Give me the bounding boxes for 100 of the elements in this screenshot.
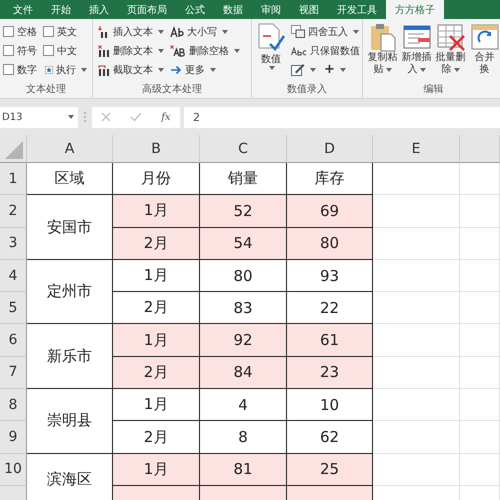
caret-icon: [353, 30, 359, 34]
column-header[interactable]: B: [113, 135, 200, 163]
empty-cell: [460, 260, 500, 292]
table-cell: 84: [200, 356, 287, 390]
ribbon-tab[interactable]: 方方格子: [386, 0, 444, 19]
extract-text-icon: [98, 64, 110, 76]
table-cell: 80: [200, 260, 287, 292]
function-button[interactable]: fx: [161, 112, 171, 122]
keep-number-button[interactable]: 只保留数值: [289, 41, 362, 60]
table-cell: 4: [200, 389, 287, 422]
empty-cell: [460, 421, 500, 454]
ribbon-tab[interactable]: 开发工具: [328, 0, 386, 19]
table-cell: 61: [287, 324, 373, 357]
checkbox[interactable]: 空格: [3, 22, 43, 41]
plus-button[interactable]: +: [322, 60, 348, 79]
table-cell: 54: [200, 228, 287, 260]
caret-icon: [386, 68, 392, 72]
table-cell: 93: [287, 260, 373, 292]
checkbox[interactable]: 数字: [3, 60, 43, 79]
row-header[interactable]: 6: [0, 324, 27, 357]
ribbon-button[interactable]: 更多: [168, 60, 248, 79]
row-header[interactable]: 4: [0, 260, 27, 292]
select-all-icon[interactable]: [5, 141, 23, 159]
row-header[interactable]: 10: [0, 454, 27, 486]
table-cell: 1月: [113, 389, 200, 422]
number-button[interactable]: 数值: [255, 22, 287, 82]
cancel-icon[interactable]: [101, 112, 112, 122]
table-cell: 1月: [113, 324, 200, 357]
row-header[interactable]: 5: [0, 292, 27, 324]
edit-tool-button[interactable]: 合并 换: [468, 22, 500, 82]
ribbon-tab[interactable]: 文件: [4, 0, 42, 19]
formula-input[interactable]: 2: [184, 106, 500, 128]
ribbon-tab[interactable]: 视图: [290, 0, 328, 19]
table-cell: 2月: [113, 228, 200, 260]
caret-icon: [158, 30, 164, 34]
empty-cell: [460, 228, 500, 260]
insert-text-icon: [98, 26, 110, 38]
edit-tool-button[interactable]: 新增插 入: [400, 22, 433, 82]
ribbon-button[interactable]: 大小写: [168, 22, 248, 41]
name-box[interactable]: D13: [0, 106, 78, 128]
ribbon-tab[interactable]: 插入: [80, 0, 118, 19]
row-header[interactable]: 7: [0, 356, 27, 390]
group-label: 编辑: [422, 82, 444, 97]
group-label: 高级文本处理: [141, 82, 203, 97]
column-header[interactable]: D: [287, 135, 373, 163]
document-check-icon: [256, 22, 286, 52]
table-cell: 10: [287, 389, 373, 422]
table-cell: 区域: [27, 163, 113, 196]
table-cell: 25: [287, 454, 373, 486]
empty-cell: [460, 324, 500, 357]
ribbon-button[interactable]: 删除空格: [168, 41, 248, 60]
row-header[interactable]: [0, 486, 27, 500]
caret-icon: [210, 68, 216, 72]
column-header[interactable]: C: [200, 135, 287, 163]
caret-icon: [222, 30, 228, 34]
edit-tool-button[interactable]: 复制粘 贴: [366, 22, 399, 82]
caret-icon: [234, 48, 240, 52]
ribbon-button[interactable]: 删除文本: [96, 41, 168, 60]
ribbon-tab[interactable]: 页面布局: [118, 0, 176, 19]
checkbox[interactable]: 英文: [43, 22, 89, 41]
checkbox[interactable]: 符号: [3, 41, 43, 60]
edit-icon: [291, 63, 305, 76]
empty-cell: [460, 454, 500, 486]
caret-icon: [420, 68, 426, 72]
column-header[interactable]: E: [373, 135, 460, 163]
caret-icon: [454, 68, 460, 72]
column-header[interactable]: [460, 135, 500, 163]
ribbon-button[interactable]: 截取文本: [96, 60, 168, 79]
checkbox[interactable]: 中文: [43, 41, 89, 60]
ribbon-button[interactable]: 插入文本: [96, 22, 168, 41]
table-delete-icon: [436, 22, 466, 52]
empty-cell: [460, 195, 500, 228]
row-header[interactable]: 1: [0, 163, 27, 196]
run-button[interactable]: 执行: [43, 60, 89, 79]
column-header[interactable]: A: [27, 135, 113, 163]
group-label: 数值录入: [286, 82, 328, 97]
ribbon-tab[interactable]: 数据: [214, 0, 252, 19]
group-label: 文本处理: [25, 82, 67, 97]
table-cell: 1月: [113, 195, 200, 228]
caret-icon: [269, 66, 275, 70]
row-header[interactable]: 8: [0, 389, 27, 422]
ribbon-tab[interactable]: 审阅: [252, 0, 290, 19]
edit-tool-button[interactable]: 批量删 除: [434, 22, 467, 82]
table-cell: 2月: [113, 356, 200, 390]
table-cell: 52: [200, 195, 287, 228]
case-icon: [170, 26, 184, 38]
check-icon[interactable]: [130, 112, 142, 122]
delete-space-icon: [170, 44, 186, 56]
row-header[interactable]: 2: [0, 195, 27, 228]
empty-cell: [460, 163, 500, 196]
table-cell: 92: [200, 324, 287, 357]
caret-icon: [340, 68, 346, 72]
ribbon-tab[interactable]: 开始: [42, 0, 80, 19]
round-button[interactable]: 四舍五入: [289, 22, 362, 41]
empty-cell: [460, 356, 500, 390]
empty-cell: [460, 292, 500, 324]
ribbon-tab[interactable]: 公式: [176, 0, 214, 19]
row-header[interactable]: 9: [0, 421, 27, 454]
caret-icon: [158, 48, 164, 52]
row-header[interactable]: 3: [0, 228, 27, 260]
